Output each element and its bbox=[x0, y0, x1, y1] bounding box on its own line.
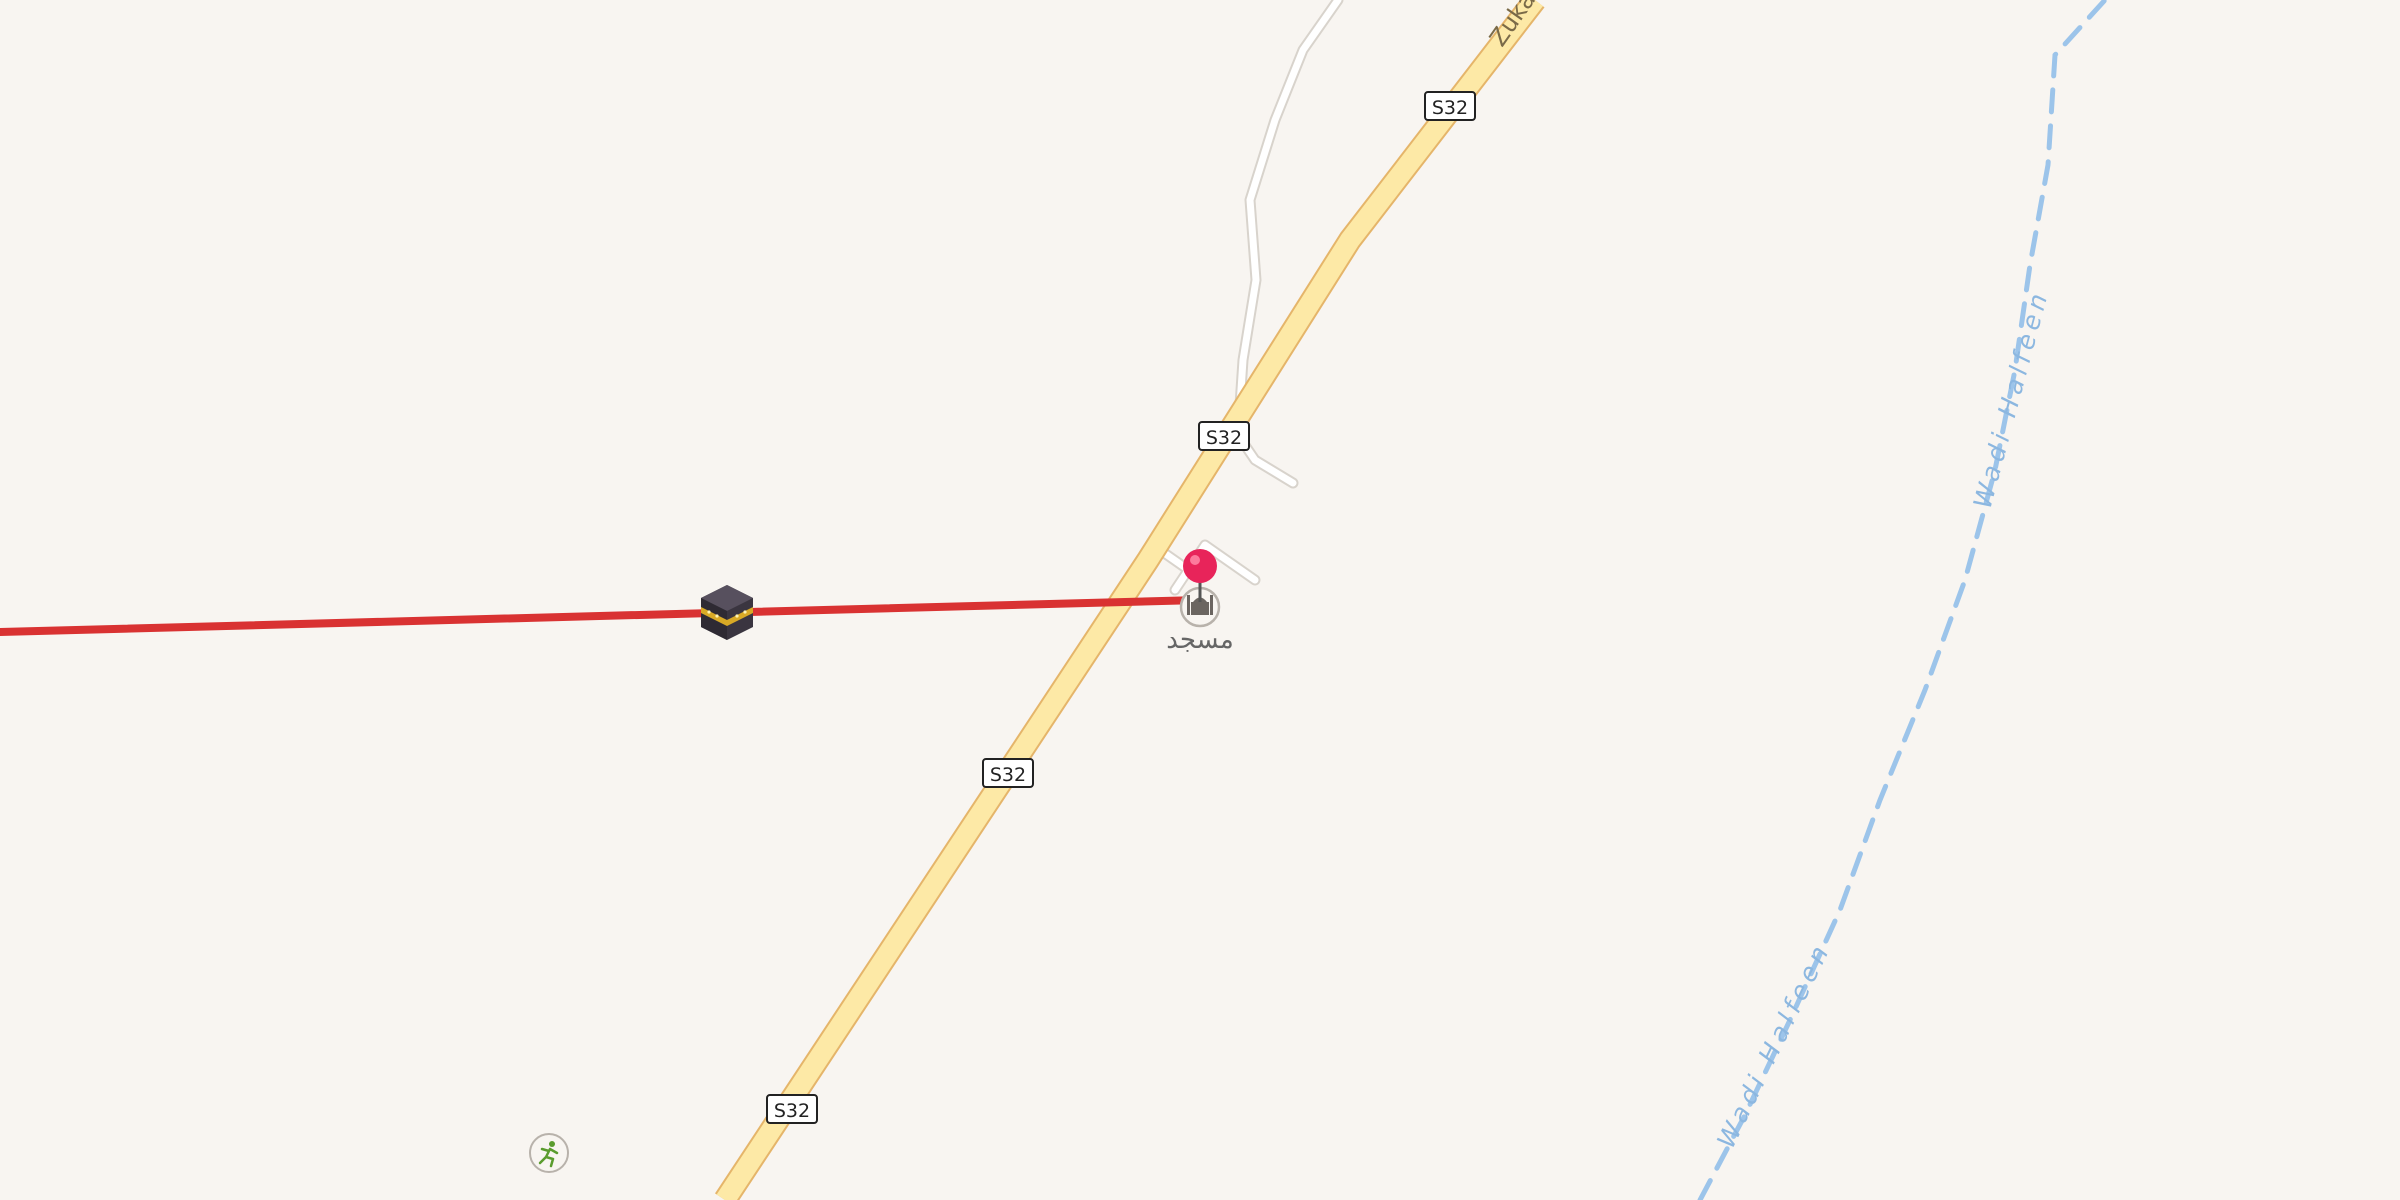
map-canvas[interactable]: Wadi Halfeen Wadi Halfeen Zuka S32 S32 S… bbox=[0, 0, 2400, 1200]
mosque-label: مسجد bbox=[1166, 625, 1234, 655]
road-shield-s32: S32 bbox=[1424, 91, 1476, 121]
qibla-direction-line bbox=[0, 596, 1204, 636]
road-shield-s32: S32 bbox=[982, 758, 1034, 788]
map-view[interactable]: Wadi Halfeen Wadi Halfeen Zuka S32 S32 S… bbox=[0, 0, 2400, 1200]
svg-text:S32: S32 bbox=[1206, 427, 1242, 449]
svg-text:S32: S32 bbox=[990, 764, 1026, 786]
svg-text:S32: S32 bbox=[1432, 97, 1468, 119]
waterway-wadi-halfeen bbox=[1697, 0, 2108, 1200]
waterway-label-upper: Wadi Halfeen bbox=[1968, 286, 2054, 512]
running-person-icon[interactable] bbox=[529, 1133, 569, 1173]
road-shield-s32: S32 bbox=[1198, 421, 1250, 451]
kaaba-icon[interactable] bbox=[701, 585, 753, 640]
road-shield-s32: S32 bbox=[766, 1094, 818, 1124]
waterway-label-lower: Wadi Halfeen bbox=[1711, 937, 1836, 1153]
svg-text:S32: S32 bbox=[774, 1100, 810, 1122]
